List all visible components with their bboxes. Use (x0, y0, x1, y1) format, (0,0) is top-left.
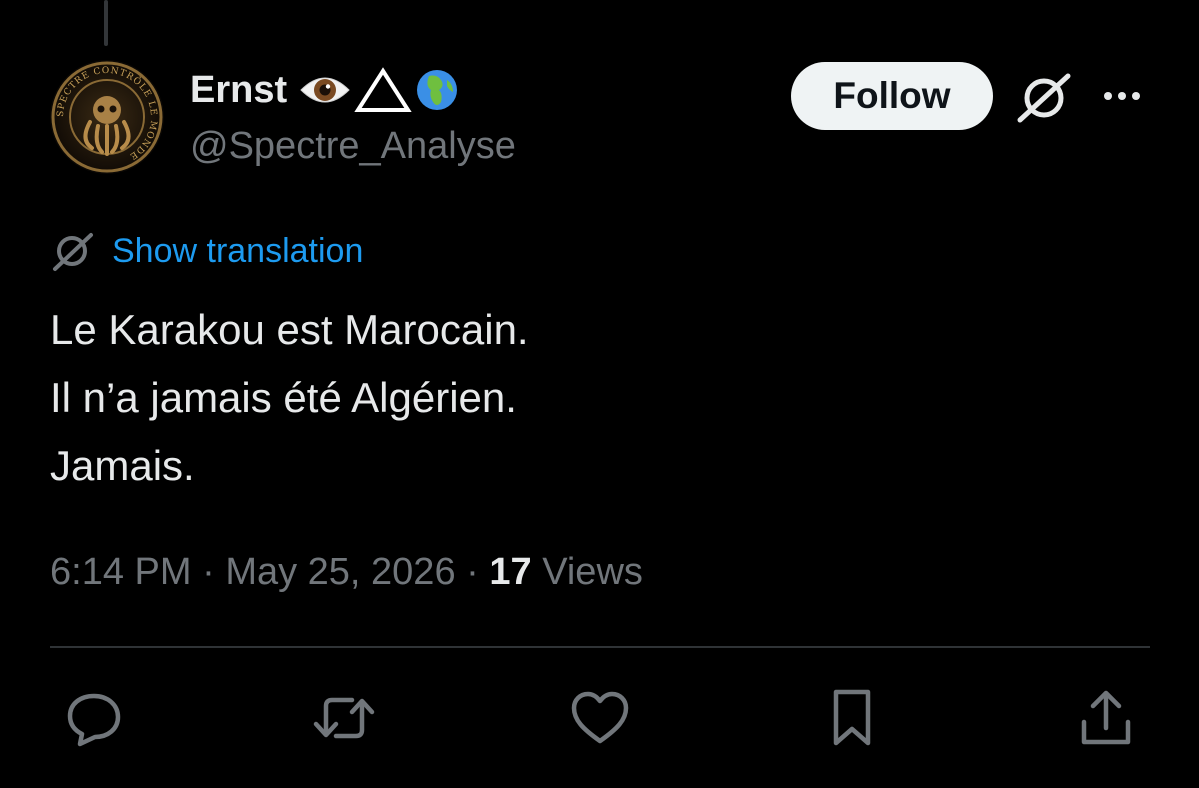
meta-separator: · (466, 551, 479, 593)
grok-button[interactable] (1014, 68, 1076, 126)
more-options-button[interactable] (1096, 76, 1148, 116)
triangle-icon (354, 67, 412, 112)
bookmark-button[interactable] (820, 686, 884, 750)
meta-separator: · (202, 551, 215, 593)
views-count: 17 (489, 551, 532, 593)
globe-icon (417, 70, 458, 110)
views-label: Views (542, 551, 643, 593)
reply-icon (67, 693, 121, 747)
eye-icon (300, 77, 350, 103)
author-display-name[interactable]: Ernst (190, 71, 287, 109)
repost-icon (313, 697, 375, 739)
avatar[interactable]: SPECTRE CONTRÔLE LE MONDE (50, 60, 164, 174)
tweet-text-line: Jamais. (50, 442, 195, 489)
tweet-date[interactable]: May 25, 2026 (225, 551, 455, 593)
bookmark-icon (833, 689, 871, 746)
author-name-row[interactable]: Ernst (190, 66, 459, 114)
show-translation-link[interactable]: Show translation (112, 232, 363, 271)
share-button[interactable] (1074, 686, 1138, 750)
divider (50, 646, 1150, 648)
tweet-time[interactable]: 6:14 PM (50, 551, 192, 593)
grok-icon (1017, 73, 1071, 123)
tweet-text: Le Karakou est Marocain. Il n’a jamais é… (50, 296, 529, 500)
like-icon (571, 691, 629, 744)
reply-button[interactable] (62, 686, 126, 750)
like-button[interactable] (568, 686, 632, 750)
follow-button[interactable]: Follow (791, 62, 993, 130)
avatar-image: SPECTRE CONTRÔLE LE MONDE (50, 60, 164, 174)
share-icon (1081, 690, 1131, 745)
repost-button[interactable] (312, 686, 376, 750)
thread-connector-line (104, 0, 108, 46)
more-icon (1104, 92, 1140, 100)
grok-icon (53, 233, 93, 271)
author-handle[interactable]: @Spectre_Analyse (190, 124, 516, 170)
tweet-meta: 6:14 PM · May 25, 2026 · 17 Views (50, 544, 643, 600)
translation-row[interactable]: Show translation (50, 228, 363, 274)
tweet-text-line: Le Karakou est Marocain. (50, 306, 529, 353)
name-emojis (299, 66, 459, 114)
tweet-text-line: Il n’a jamais été Algérien. (50, 374, 517, 421)
